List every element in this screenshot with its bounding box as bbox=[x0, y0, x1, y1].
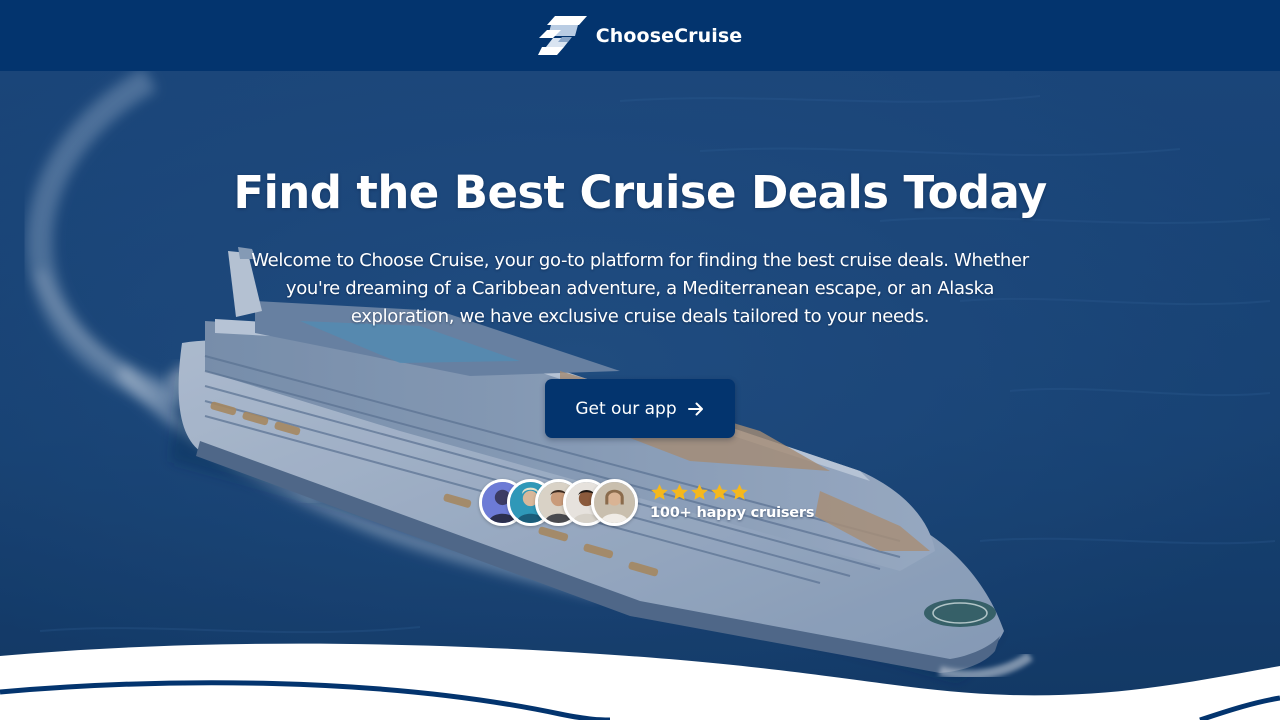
star-icon bbox=[711, 484, 728, 500]
avatar bbox=[591, 478, 638, 526]
hero-section: Find the Best Cruise Deals Today Welcome… bbox=[0, 71, 1280, 720]
star-icon bbox=[651, 484, 668, 500]
star-rating bbox=[650, 483, 749, 502]
choosecruise-logo-icon bbox=[537, 15, 587, 55]
hero-title: Find the Best Cruise Deals Today bbox=[233, 166, 1047, 219]
brand-home-link[interactable]: ChooseCruise bbox=[537, 15, 743, 56]
happy-cruisers-text: 100+ happy cruisers bbox=[650, 505, 815, 521]
brand-name: ChooseCruise bbox=[595, 24, 743, 47]
site-header: ChooseCruise bbox=[0, 0, 1280, 71]
landing-page: ChooseCruise Find the Best Cruise Deals … bbox=[0, 0, 1280, 720]
social-proof: 100+ happy cruisers bbox=[479, 477, 815, 527]
star-icon bbox=[691, 484, 708, 500]
star-icon bbox=[731, 484, 748, 500]
rating-block: 100+ happy cruisers bbox=[650, 483, 815, 521]
star-icon bbox=[671, 484, 688, 500]
wave-divider bbox=[0, 643, 1280, 720]
hero-description: Welcome to Choose Cruise, your go-to pla… bbox=[251, 250, 1029, 327]
arrow-right-icon bbox=[687, 402, 703, 415]
get-app-button-label: Get our app bbox=[575, 398, 677, 419]
avatar-group bbox=[479, 478, 638, 526]
get-app-button[interactable]: Get our app bbox=[545, 379, 735, 438]
